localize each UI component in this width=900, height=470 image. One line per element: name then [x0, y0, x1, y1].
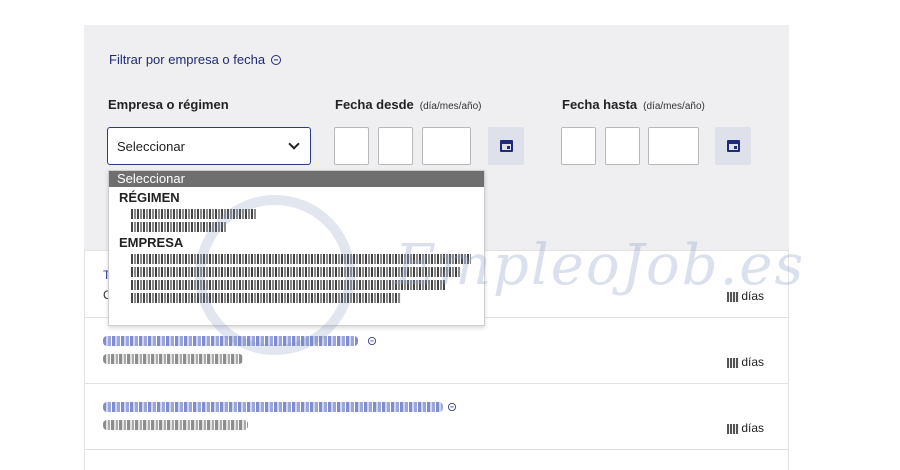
dropdown-group-empresa: EMPRESA	[119, 235, 184, 250]
days-count-redacted	[727, 357, 740, 368]
chevron-down-icon	[288, 138, 300, 150]
filter-toggle-label[interactable]: Filtrar por empresa o fecha	[109, 52, 265, 67]
result-row[interactable]: días	[84, 384, 789, 450]
row-days-label: días	[741, 355, 764, 369]
dropdown-option-redacted[interactable]	[131, 222, 226, 232]
fecha-hasta-hint: (día/mes/año)	[643, 101, 705, 112]
fecha-hasta-label: Fecha hasta (día/mes/año)	[562, 97, 705, 112]
empresa-select-value: Seleccionar	[117, 138, 185, 154]
fecha-desde-hint: (día/mes/año)	[419, 101, 482, 112]
row-title-redacted[interactable]	[103, 336, 358, 346]
filter-toggle[interactable]: Filtrar por empresa o fecha	[109, 52, 282, 67]
row-days-label: días	[741, 289, 764, 303]
row-days: días	[727, 355, 764, 369]
fecha-hasta-day-input[interactable]	[561, 127, 596, 165]
empresa-dropdown-list[interactable]: Seleccionar RÉGIMEN EMPRESA	[108, 170, 485, 326]
result-row[interactable]: días	[84, 318, 789, 384]
result-row[interactable]	[84, 450, 789, 470]
fecha-desde-calendar-button[interactable]	[488, 127, 524, 165]
days-count-redacted	[727, 423, 740, 434]
dropdown-option-redacted[interactable]	[131, 209, 256, 219]
empresa-label: Empresa o régimen	[108, 97, 229, 112]
expand-icon[interactable]	[368, 337, 376, 345]
row-title-redacted[interactable]	[103, 402, 443, 412]
collapse-icon[interactable]	[271, 54, 282, 65]
row-subtitle-redacted	[103, 354, 243, 364]
days-count-redacted	[727, 291, 740, 302]
calendar-icon	[726, 140, 740, 152]
dropdown-option-redacted[interactable]	[131, 267, 461, 277]
fecha-desde-label: Fecha desde (día/mes/año)	[335, 97, 481, 112]
fecha-hasta-year-input[interactable]	[648, 127, 699, 165]
expand-icon[interactable]	[448, 403, 456, 411]
row-subtitle-redacted	[103, 420, 248, 430]
empresa-label-text: Empresa o régimen	[108, 97, 229, 112]
fecha-hasta-label-text: Fecha hasta	[562, 97, 638, 112]
fecha-hasta-month-input[interactable]	[605, 127, 640, 165]
row-days-label: días	[741, 421, 764, 435]
dropdown-option-redacted[interactable]	[131, 293, 401, 303]
calendar-icon	[499, 140, 513, 152]
dropdown-option-selected[interactable]: Seleccionar	[109, 171, 484, 187]
fecha-desde-day-input[interactable]	[334, 127, 369, 165]
fecha-hasta-calendar-button[interactable]	[715, 127, 751, 165]
dropdown-group-regimen: RÉGIMEN	[119, 190, 180, 205]
dropdown-option-redacted[interactable]	[131, 280, 446, 290]
fecha-desde-label-text: Fecha desde	[335, 97, 414, 112]
row-days: días	[727, 289, 764, 303]
fecha-desde-month-input[interactable]	[378, 127, 413, 165]
row-days: días	[727, 421, 764, 435]
dropdown-option-redacted[interactable]	[131, 254, 471, 264]
empresa-select[interactable]: Seleccionar	[107, 127, 311, 165]
fecha-desde-year-input[interactable]	[422, 127, 471, 165]
